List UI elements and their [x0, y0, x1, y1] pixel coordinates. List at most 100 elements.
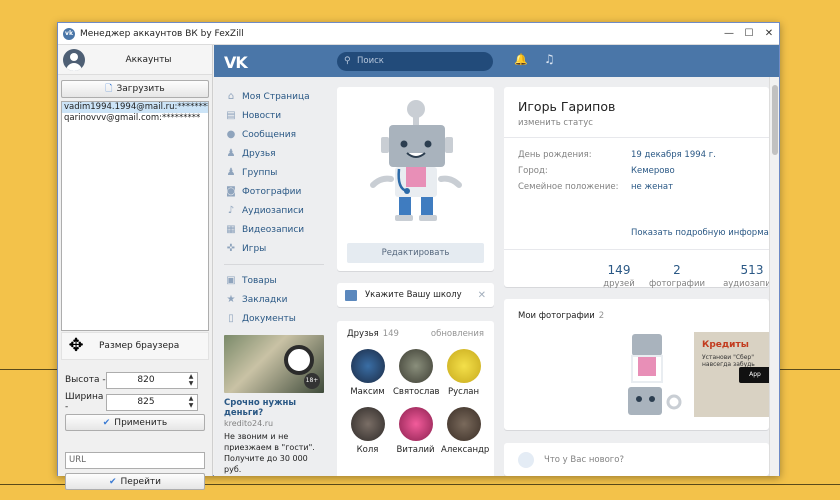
- menu-item-games[interactable]: ✜ Игры: [224, 239, 329, 258]
- home-icon: ⌂: [227, 91, 235, 102]
- menu-item-documents[interactable]: ▯ Документы: [224, 309, 329, 328]
- accounts-list[interactable]: vadim1994.1994@mail.ru:********* qarinov…: [61, 101, 209, 331]
- menu-label: Аудиозаписи: [242, 205, 304, 216]
- photos-icon: ◙: [226, 186, 236, 197]
- music-icon[interactable]: ♫: [544, 52, 555, 66]
- groups-icon: ♟: [226, 167, 236, 178]
- vk-logo[interactable]: VK: [224, 53, 248, 72]
- friend-name[interactable]: Святослав: [393, 387, 440, 397]
- friend-name[interactable]: Руслан: [441, 387, 486, 397]
- birthday-value[interactable]: 19 декабря 1994 г.: [631, 150, 716, 160]
- account-item[interactable]: qarinovvv@gmail.com:*********: [62, 113, 208, 124]
- birthday-row: День рождения: 19 декабря 1994 г.: [518, 150, 716, 160]
- width-stepper[interactable]: 825 ▲ ▼: [106, 393, 198, 411]
- new-post-placeholder[interactable]: Что у Вас нового?: [544, 455, 624, 465]
- friend-avatar[interactable]: [446, 349, 481, 383]
- games-icon: ✜: [226, 243, 236, 254]
- menu-item-friends[interactable]: ♟ Друзья: [224, 144, 329, 163]
- my-photos-title[interactable]: Мои фотографии 2: [518, 311, 604, 321]
- friend-name[interactable]: Виталий: [393, 445, 438, 455]
- scroll-thumb[interactable]: [772, 85, 778, 155]
- load-icon: 🗋: [105, 84, 113, 94]
- friend-item[interactable]: Максим: [345, 349, 390, 397]
- school-prompt-card[interactable]: Укажите Вашу школу ✕: [337, 283, 494, 307]
- audio-icon: ♪: [227, 205, 235, 216]
- ad-image[interactable]: 18+: [224, 335, 324, 393]
- scrollbar[interactable]: [769, 77, 779, 476]
- width-label: Ширина -: [65, 392, 104, 412]
- url-input[interactable]: URL: [65, 452, 205, 469]
- app-window: vk Менеджер аккаунтов ВК by FexZill — ☐ …: [57, 22, 780, 490]
- menu-item-groups[interactable]: ♟ Группы: [224, 163, 329, 182]
- photo-text: Установи "Сбер" навсегда забудь: [702, 354, 755, 368]
- close-icon[interactable]: ✕: [478, 290, 486, 301]
- divider: [504, 137, 769, 138]
- my-photos-count: 2: [598, 311, 605, 321]
- browser-size-label: Размер браузера: [99, 341, 180, 351]
- checkmark-icon: ✔: [102, 417, 111, 428]
- friends-title[interactable]: Друзья 149: [347, 329, 399, 339]
- friend-avatar[interactable]: [350, 407, 385, 441]
- friend-avatar[interactable]: [398, 349, 433, 383]
- show-more-info-link[interactable]: Показать подробную информацию: [631, 228, 779, 238]
- stepper-arrows-icon[interactable]: ▲ ▼: [185, 395, 197, 410]
- ad-title[interactable]: Срочно нужны деньги?: [224, 398, 324, 418]
- accounts-header: Аккаунты: [58, 45, 212, 75]
- friend-item[interactable]: Коля: [345, 407, 390, 455]
- menu-item-goods[interactable]: ▣ Товары: [224, 271, 329, 290]
- width-value[interactable]: 825: [107, 395, 185, 410]
- apply-button[interactable]: ✔ Применить: [65, 414, 205, 431]
- load-button[interactable]: 🗋 Загрузить: [61, 80, 209, 98]
- photo-thumbnail[interactable]: [614, 332, 684, 422]
- menu-item-messages[interactable]: ● Сообщения: [224, 125, 329, 144]
- friend-avatar[interactable]: [350, 349, 385, 383]
- friend-name[interactable]: Александр: [441, 445, 489, 455]
- school-prompt-text[interactable]: Укажите Вашу школу: [365, 290, 478, 300]
- menu-item-audio[interactable]: ♪ Аудиозаписи: [224, 201, 329, 220]
- stepper-arrows-icon[interactable]: ▲ ▼: [185, 373, 197, 388]
- friend-avatar[interactable]: [446, 407, 481, 441]
- account-item[interactable]: vadim1994.1994@mail.ru:*********: [62, 102, 208, 113]
- menu-item-bookmarks[interactable]: ★ Закладки: [224, 290, 329, 309]
- close-button[interactable]: ✕: [759, 23, 779, 45]
- menu-item-news[interactable]: ▤ Новости: [224, 106, 329, 125]
- friend-item[interactable]: Святослав: [393, 349, 440, 397]
- ad-block[interactable]: 18+ Срочно нужны деньги? kredito24.ru Не…: [224, 335, 324, 475]
- menu-label: Закладки: [242, 294, 288, 305]
- edit-status-link[interactable]: изменить статус: [518, 118, 593, 128]
- new-post-box[interactable]: Что у Вас нового?: [504, 443, 769, 476]
- friends-card: Друзья 149 обновления Максим Святослав Ру…: [337, 321, 494, 476]
- browser-size-section: ✥ Размер браузера: [61, 332, 209, 360]
- friend-name[interactable]: Коля: [345, 445, 390, 455]
- menu-item-video[interactable]: ▦ Видеозаписи: [224, 220, 329, 239]
- search-input[interactable]: ⚲ Поиск: [337, 52, 493, 71]
- photo-thumbnail[interactable]: Кредиты Установи "Сбер" навсегда забудь …: [694, 332, 769, 417]
- accounts-label: Аккаунты: [125, 54, 172, 65]
- ad-text-line: Получите до 30 000 руб.: [224, 454, 308, 474]
- friend-avatar[interactable]: [398, 407, 433, 441]
- go-button-label: Перейти: [120, 476, 162, 487]
- bell-icon[interactable]: 🔔: [514, 53, 528, 66]
- friend-item[interactable]: Виталий: [393, 407, 438, 455]
- go-button[interactable]: ✔ Перейти: [65, 473, 205, 490]
- stat-photos[interactable]: 2 фотографии: [642, 263, 712, 289]
- menu-item-photos[interactable]: ◙ Фотографии: [224, 182, 329, 201]
- height-stepper[interactable]: 820 ▲ ▼: [106, 371, 198, 389]
- family-value[interactable]: не женат: [631, 182, 673, 192]
- friend-name[interactable]: Максим: [345, 387, 390, 397]
- friend-item[interactable]: Александр: [441, 407, 489, 455]
- minimize-button[interactable]: —: [719, 23, 739, 45]
- friends-updates-link[interactable]: обновления: [431, 329, 484, 339]
- news-icon: ▤: [226, 110, 236, 121]
- maximize-button[interactable]: ☐: [739, 23, 759, 45]
- height-value[interactable]: 820: [107, 373, 185, 388]
- documents-icon: ▯: [228, 313, 234, 324]
- ad-domain[interactable]: kredito24.ru: [224, 419, 324, 428]
- robot-avatar-image[interactable]: [367, 99, 465, 227]
- height-label: Высота -: [65, 375, 106, 385]
- menu-item-my-page[interactable]: ⌂ Моя Страница: [224, 87, 329, 106]
- menu-label: Друзья: [242, 148, 276, 159]
- edit-profile-button[interactable]: Редактировать: [347, 243, 484, 263]
- city-value[interactable]: Кемерово: [631, 166, 675, 176]
- friend-item[interactable]: Руслан: [441, 349, 486, 397]
